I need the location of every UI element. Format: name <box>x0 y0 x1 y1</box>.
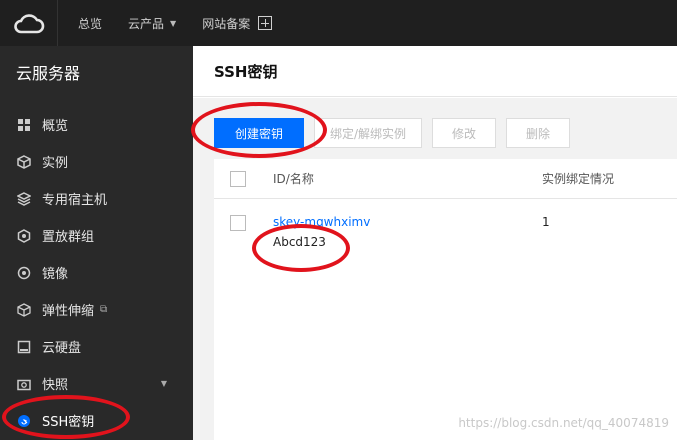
key-icon <box>16 413 32 429</box>
camera-icon <box>16 376 32 392</box>
sidebar-item-label: 专用宿主机 <box>42 193 108 208</box>
sidebar-item-label: 弹性伸缩 <box>42 304 95 319</box>
hexagon-icon <box>16 228 32 244</box>
sidebar-item-instances[interactable]: 实例 <box>0 143 193 180</box>
sidebar-item-label: 置放群组 <box>42 230 95 245</box>
sidebar-item-autoscaling[interactable]: 弹性伸缩 ⧉ <box>0 291 193 328</box>
table-row: skey-mqwhximv Abcd123 1 <box>214 215 677 249</box>
watermark: https://blog.csdn.net/qq_40074819 <box>458 416 669 430</box>
nav-products-label: 云产品 <box>128 16 165 31</box>
layers-icon <box>16 191 32 207</box>
sidebar-item-label: SSH密钥 <box>42 415 95 430</box>
chevron-down-icon[interactable]: ▼ <box>161 379 167 388</box>
ssh-key-table: ID/名称 实例绑定情况 skey-mqwhximv Abcd123 1 <box>214 159 677 440</box>
select-all-checkbox[interactable] <box>230 170 246 187</box>
cube-icon <box>16 154 32 170</box>
sidebar-item-label: 镜像 <box>42 267 69 282</box>
nav-beian[interactable]: 网站备案 <box>202 0 273 46</box>
nav-beian-label: 网站备案 <box>202 16 251 31</box>
sidebar-item-snapshot[interactable]: 快照 ▼ <box>0 365 193 402</box>
sidebar-item-images[interactable]: 镜像 <box>0 254 193 291</box>
toolbar: 创建密钥 绑定/解绑实例 修改 删除 <box>214 118 580 148</box>
box-icon <box>16 302 32 318</box>
key-name: Abcd123 <box>273 235 326 249</box>
edit-button[interactable]: 修改 <box>432 118 496 148</box>
sidebar-title: 云服务器 <box>16 64 81 83</box>
sidebar-item-ssh-key[interactable]: SSH密钥 <box>0 402 193 439</box>
cloud-logo-icon[interactable] <box>0 0 58 46</box>
top-navbar: 总览 云产品 ▼ 网站备案 <box>0 0 677 46</box>
create-key-button[interactable]: 创建密钥 <box>214 118 304 148</box>
nav-products[interactable]: 云产品 ▼ <box>128 0 176 46</box>
sidebar-item-label: 快照 <box>42 378 69 393</box>
row-checkbox[interactable] <box>230 215 246 231</box>
drive-icon <box>16 339 32 355</box>
nav-overview-label: 总览 <box>78 16 103 31</box>
column-header-id: ID/名称 <box>273 172 314 186</box>
sidebar-item-overview[interactable]: 概览 <box>0 106 193 143</box>
table-header: ID/名称 实例绑定情况 <box>214 159 677 199</box>
sidebar-item-label: 云硬盘 <box>42 341 82 356</box>
sidebar: 云服务器 概览 实例 专用宿主机 置放群组 镜像 弹性伸缩 ⧉ 云硬盘 快照 ▼… <box>0 46 193 440</box>
sidebar-item-cloud-disk[interactable]: 云硬盘 <box>0 328 193 365</box>
sidebar-item-label: 概览 <box>42 119 69 134</box>
nav-overview[interactable]: 总览 <box>78 0 102 46</box>
external-link-icon: ⧉ <box>100 304 108 315</box>
bind-count: 1 <box>542 215 550 229</box>
grid-icon <box>16 117 32 133</box>
main-content: SSH密钥 创建密钥 绑定/解绑实例 修改 删除 ID/名称 实例绑定情况 sk… <box>193 46 677 440</box>
column-header-bind: 实例绑定情况 <box>542 172 615 186</box>
bind-unbind-button[interactable]: 绑定/解绑实例 <box>314 118 422 148</box>
delete-button[interactable]: 删除 <box>506 118 570 148</box>
caret-down-icon: ▼ <box>170 18 177 28</box>
sidebar-item-placement-group[interactable]: 置放群组 <box>0 217 193 254</box>
disc-icon <box>16 265 32 281</box>
sidebar-item-label: 实例 <box>42 156 69 171</box>
page-title: SSH密钥 <box>193 46 677 97</box>
sidebar-item-dedicated-host[interactable]: 专用宿主机 <box>0 180 193 217</box>
plus-icon[interactable] <box>258 16 273 30</box>
key-id-link[interactable]: skey-mqwhximv <box>273 215 542 229</box>
